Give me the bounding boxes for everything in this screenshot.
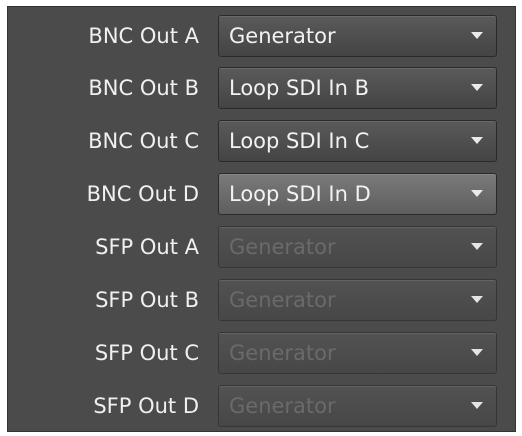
dropdown-value: Generator [229,24,336,48]
dropdown-value: Loop SDI In B [229,76,369,100]
dropdown-value: Generator [229,235,336,259]
chevron-down-icon [471,190,483,197]
dropdown-value: Generator [229,288,336,312]
dropdown-value: Generator [229,341,336,365]
output-row-bnc-out-d: BNC Out D Loop SDI In D [8,171,515,217]
output-source-dropdown: Generator [218,226,497,268]
chevron-down-icon [471,84,483,91]
output-row-sfp-out-b: SFP Out B Generator [8,277,515,323]
chevron-down-icon [471,243,483,250]
chevron-down-icon [471,402,483,409]
output-row-bnc-out-c: BNC Out C Loop SDI In C [8,118,515,164]
output-source-dropdown: Generator [218,279,497,321]
output-label: SFP Out A [95,235,199,259]
output-routing-panel: BNC Out A Generator BNC Out B Loop SDI I… [7,6,516,432]
chevron-down-icon [471,137,483,144]
output-source-dropdown[interactable]: Loop SDI In B [218,67,497,109]
output-label: SFP Out D [93,394,199,418]
output-label: BNC Out B [88,76,199,100]
output-row-sfp-out-d: SFP Out D Generator [8,383,515,429]
output-row-bnc-out-b: BNC Out B Loop SDI In B [8,65,515,111]
output-label: BNC Out D [86,182,199,206]
output-label: SFP Out C [94,341,199,365]
dropdown-value: Generator [229,394,336,418]
output-source-dropdown[interactable]: Generator [218,15,497,57]
output-label: BNC Out C [88,129,199,153]
output-source-dropdown: Generator [218,332,497,374]
dropdown-value: Loop SDI In D [229,182,371,206]
chevron-down-icon [471,296,483,303]
output-source-dropdown[interactable]: Loop SDI In C [218,120,497,162]
output-row-sfp-out-c: SFP Out C Generator [8,330,515,376]
output-source-dropdown[interactable]: Loop SDI In D [218,173,497,215]
dropdown-value: Loop SDI In C [229,129,370,153]
output-label: SFP Out B [95,288,199,312]
output-row-sfp-out-a: SFP Out A Generator [8,224,515,270]
output-row-bnc-out-a: BNC Out A Generator [8,13,515,59]
output-source-dropdown: Generator [218,385,497,427]
chevron-down-icon [471,349,483,356]
chevron-down-icon [471,32,483,39]
output-label: BNC Out A [88,24,199,48]
